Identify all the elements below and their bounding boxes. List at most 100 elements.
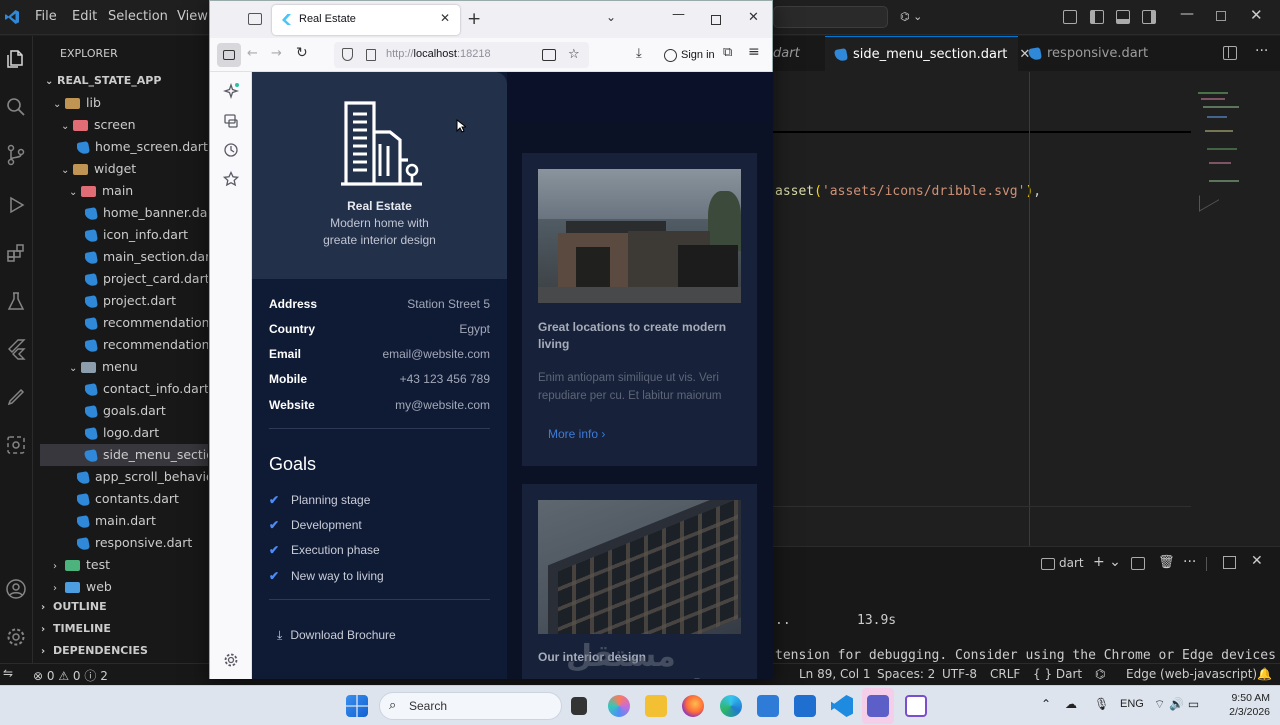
split-terminal-icon[interactable] bbox=[1131, 557, 1145, 570]
run-debug-icon[interactable] bbox=[5, 194, 27, 216]
tree-file[interactable]: goals.dart bbox=[85, 400, 208, 422]
history-icon[interactable] bbox=[223, 142, 239, 158]
language-indicator[interactable]: ENG bbox=[1120, 698, 1144, 710]
copilot-icon[interactable]: ⌬ ⌄ bbox=[900, 10, 928, 24]
tree-folder[interactable]: › web bbox=[53, 576, 208, 598]
sign-in-button[interactable]: Sign in bbox=[659, 44, 720, 66]
new-terminal-icon[interactable]: + ⌄ bbox=[1093, 554, 1121, 570]
list-all-tabs-icon[interactable]: ⌄ bbox=[606, 10, 616, 24]
download-brochure-button[interactable]: ⤓ Download Brochure bbox=[277, 628, 396, 643]
customize-sidebar-gear-icon[interactable] bbox=[223, 652, 239, 668]
tab-overview-icon[interactable] bbox=[248, 13, 262, 25]
onedrive-icon[interactable]: ☁ bbox=[1065, 697, 1077, 711]
tree-file[interactable]: main.dart bbox=[77, 510, 208, 532]
downloads-icon[interactable]: ⤓ bbox=[636, 46, 642, 61]
tree-folder[interactable]: ⌄ widget bbox=[61, 158, 208, 180]
show-hidden-icons[interactable]: ⌃ bbox=[1041, 697, 1051, 711]
menu-selection[interactable]: Selection bbox=[108, 9, 168, 24]
ff-close-icon[interactable]: ✕ bbox=[748, 10, 759, 25]
command-center[interactable] bbox=[773, 6, 888, 28]
microphone-icon[interactable]: 🎙 bbox=[1094, 697, 1109, 711]
task-view-icon[interactable] bbox=[571, 697, 587, 715]
tab-side-menu-section[interactable]: side_menu_section.dart ✕ bbox=[825, 36, 1030, 71]
terminal-more-icon[interactable]: ··· bbox=[1183, 554, 1196, 570]
sidebar-toggle-button[interactable] bbox=[217, 43, 241, 67]
split-editor-icon[interactable] bbox=[1223, 46, 1237, 60]
extensions-icon[interactable]: ⧉ bbox=[723, 45, 732, 60]
tree-file[interactable]: app_scroll_behavior.dart bbox=[77, 466, 208, 488]
tree-folder[interactable]: ⌄ menu bbox=[69, 356, 208, 378]
layout-customize-icon[interactable] bbox=[1063, 10, 1077, 24]
settings-gear-icon[interactable] bbox=[5, 626, 27, 648]
tree-file[interactable]: home_screen.dart bbox=[77, 136, 208, 158]
vscode-taskbar-icon[interactable] bbox=[831, 695, 853, 717]
taskbar-search[interactable]: ⌕ Search bbox=[379, 692, 562, 720]
explorer-icon[interactable] bbox=[5, 48, 27, 70]
teams-app-icon[interactable] bbox=[867, 695, 889, 717]
url-text[interactable]: http://localhost:18218 bbox=[386, 48, 491, 60]
tree-file[interactable]: home_banner.dart bbox=[85, 202, 208, 224]
start-windows-icon[interactable] bbox=[346, 695, 368, 717]
minimize-icon[interactable]: — bbox=[1180, 6, 1194, 22]
testing-icon[interactable] bbox=[5, 290, 27, 312]
outlook-app-icon[interactable] bbox=[794, 695, 816, 717]
network-volume-battery-icons[interactable]: ⌔ 🔊 ▭ bbox=[1154, 697, 1199, 712]
source-control-icon[interactable] bbox=[5, 144, 27, 166]
url-bar[interactable]: http://localhost:18218 ☆ bbox=[334, 42, 589, 68]
tree-file[interactable]: project.dart bbox=[85, 290, 208, 312]
bookmark-star-icon[interactable]: ☆ bbox=[568, 47, 580, 62]
project-root[interactable]: ⌄ REAL_STATE_APP bbox=[45, 70, 208, 92]
forward-icon[interactable]: → bbox=[271, 46, 282, 61]
more-info-link[interactable]: More info › bbox=[548, 427, 605, 441]
menu-view[interactable]: View bbox=[177, 9, 208, 24]
tree-folder[interactable]: ⌄ lib bbox=[53, 92, 208, 114]
tree-file[interactable]: contact_info.dart bbox=[85, 378, 208, 400]
new-tab-icon[interactable]: + bbox=[467, 9, 481, 29]
store-app-icon[interactable] bbox=[757, 695, 779, 717]
extensions-icon[interactable] bbox=[5, 242, 27, 264]
install-app-icon[interactable] bbox=[542, 49, 556, 61]
dependencies-section[interactable]: › DEPENDENCIES bbox=[41, 644, 148, 657]
timeline-section[interactable]: › TIMELINE bbox=[41, 622, 111, 635]
tracking-shield-icon[interactable] bbox=[342, 48, 353, 61]
search-icon[interactable] bbox=[5, 96, 27, 118]
tree-file[interactable]: icon_info.dart bbox=[85, 224, 208, 246]
back-icon[interactable]: ← bbox=[247, 46, 258, 61]
terminal-selector[interactable]: dart bbox=[1041, 556, 1084, 570]
tree-file[interactable]: logo.dart bbox=[85, 422, 208, 444]
reload-icon[interactable]: ↻ bbox=[296, 45, 308, 61]
ai-chatbot-icon[interactable] bbox=[223, 83, 239, 99]
restore-icon[interactable] bbox=[1216, 11, 1226, 21]
copilot-status-icon[interactable]: ⌬ bbox=[1095, 667, 1105, 681]
toggle-secondary-sidebar-icon[interactable] bbox=[1142, 10, 1156, 24]
remote-icon[interactable]: ⇋ bbox=[3, 666, 13, 680]
minimap[interactable] bbox=[1195, 90, 1250, 212]
app-menu-icon[interactable]: ≡ bbox=[748, 44, 760, 60]
tab-responsive[interactable]: responsive.dart bbox=[1019, 36, 1164, 71]
copilot-app-icon[interactable] bbox=[608, 695, 630, 717]
ff-maximize-icon[interactable] bbox=[711, 15, 721, 25]
tree-folder[interactable]: ⌄ main bbox=[69, 180, 208, 202]
more-actions-icon[interactable]: ··· bbox=[1255, 43, 1268, 59]
trash-icon[interactable]: 🗑 bbox=[1158, 555, 1175, 570]
flutter-icon[interactable] bbox=[5, 338, 27, 360]
device-selector[interactable]: Edge (web-javascript) bbox=[1126, 667, 1257, 681]
bookmarks-icon[interactable] bbox=[223, 171, 239, 187]
clock[interactable]: 9:50 AM 2/3/2026 bbox=[1212, 691, 1270, 719]
tree-file[interactable]: recommendation bbox=[85, 334, 208, 356]
remote-explorer-icon[interactable] bbox=[5, 434, 27, 456]
tree-folder[interactable]: ⌄ screen bbox=[61, 114, 208, 136]
tree-file[interactable]: main_section.dart bbox=[85, 246, 208, 268]
tab-close-icon[interactable]: ✕ bbox=[440, 11, 450, 25]
edge-app-icon[interactable] bbox=[720, 695, 742, 717]
menu-edit[interactable]: Edit bbox=[72, 9, 97, 24]
tree-file[interactable]: contants.dart bbox=[77, 488, 208, 510]
account-icon[interactable] bbox=[5, 578, 27, 600]
tree-file[interactable]: side_menu_section.dart bbox=[40, 444, 208, 466]
tree-folder[interactable]: › test bbox=[53, 554, 208, 576]
language-mode[interactable]: { } Dart bbox=[1033, 667, 1082, 681]
problems-indicator[interactable]: ⊗ 0 ⚠ 0 ⓘ 2 bbox=[33, 667, 108, 684]
tree-file[interactable]: responsive.dart bbox=[77, 532, 208, 554]
notifications-icon[interactable]: 🔔 bbox=[1257, 667, 1272, 681]
tree-file[interactable]: recommendation bbox=[85, 312, 208, 334]
